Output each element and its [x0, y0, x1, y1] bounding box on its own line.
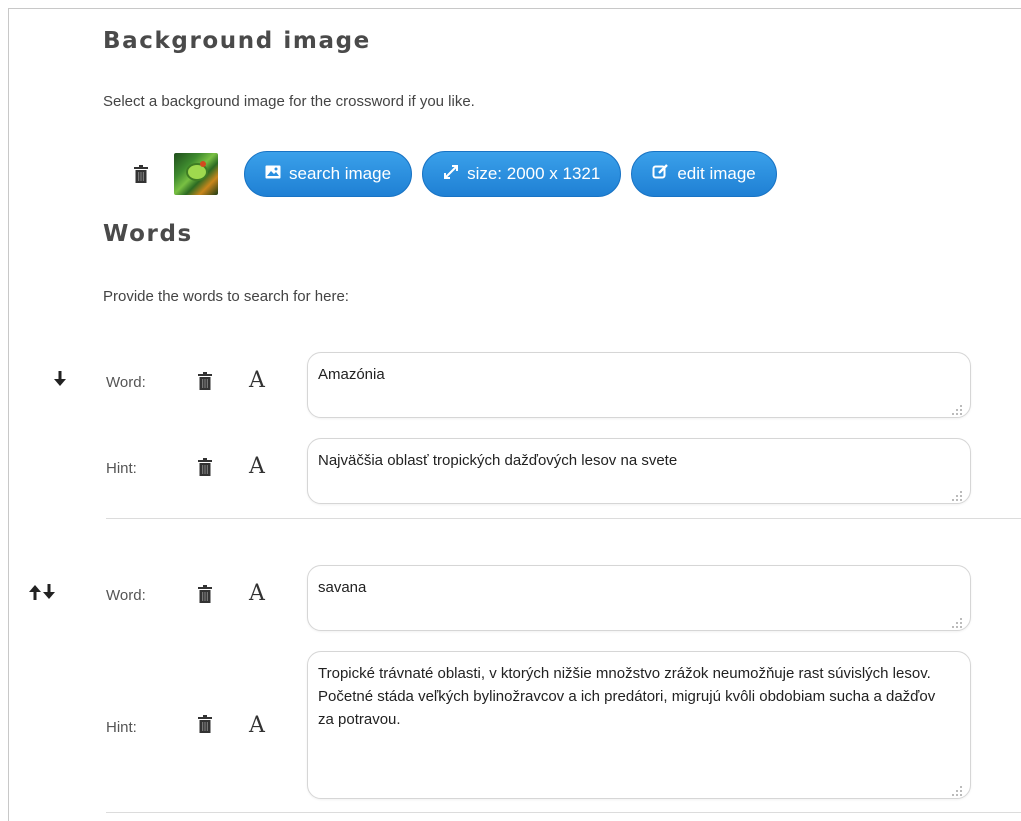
words-description: Provide the words to search for here: [103, 288, 349, 305]
edit-image-label: edit image [677, 164, 756, 183]
size-label: size: 2000 x 1321 [467, 164, 601, 183]
entry-divider [106, 518, 1021, 519]
trash-icon[interactable] [198, 585, 212, 608]
word-value: savana [318, 579, 367, 596]
hint-field[interactable]: Najväčšia oblasť tropických dažďových le… [307, 438, 971, 504]
hint-value: Tropické trávnaté oblasti, v ktorých niž… [318, 665, 936, 728]
resize-icon [443, 164, 459, 185]
hint-value: Najväčšia oblasť tropických dažďových le… [318, 452, 678, 469]
background-image-thumbnail[interactable] [174, 153, 218, 195]
trash-icon[interactable] [198, 372, 212, 395]
arrow-down-icon[interactable] [43, 583, 55, 605]
text-format-icon[interactable]: A [249, 713, 265, 738]
trash-icon[interactable] [198, 715, 212, 738]
hint-row: Hint: A Tropické trávnaté oblasti, v kto… [0, 651, 1021, 799]
trash-icon[interactable] [134, 165, 148, 183]
trash-icon[interactable] [198, 458, 212, 481]
resize-grip-icon[interactable] [952, 399, 962, 415]
words-section-title: Words [103, 221, 193, 247]
hint-label: Hint: [106, 719, 137, 736]
panel-border-top [8, 8, 1021, 9]
size-button[interactable]: size: 2000 x 1321 [422, 151, 622, 197]
arrow-down-icon[interactable] [54, 370, 66, 392]
arrow-up-icon[interactable] [29, 584, 41, 605]
hint-field[interactable]: Tropické trávnaté oblasti, v ktorých niž… [307, 651, 971, 799]
resize-grip-icon[interactable] [952, 612, 962, 628]
word-value: Amazónia [318, 366, 385, 383]
word-label: Word: [106, 374, 146, 391]
word-row: Word: A Amazónia [0, 352, 1021, 418]
resize-grip-icon[interactable] [952, 485, 962, 501]
text-format-icon[interactable]: A [249, 581, 265, 606]
background-description: Select a background image for the crossw… [103, 93, 475, 110]
search-image-label: search image [289, 164, 392, 183]
text-format-icon[interactable]: A [249, 368, 265, 393]
background-section-title: Background image [103, 28, 371, 54]
word-row: Word: A savana [0, 565, 1021, 631]
word-field[interactable]: Amazónia [307, 352, 971, 418]
hint-label: Hint: [106, 460, 137, 477]
word-field[interactable]: savana [307, 565, 971, 631]
entry-divider [106, 812, 1021, 813]
hint-row: Hint: A Najväčšia oblasť tropických dažď… [0, 438, 1021, 504]
background-image-toolbar: search image size: 2000 x 1321 edit imag… [134, 150, 777, 198]
search-image-button[interactable]: search image [244, 151, 413, 197]
resize-grip-icon[interactable] [952, 780, 962, 796]
picture-icon [265, 164, 281, 184]
text-format-icon[interactable]: A [249, 454, 265, 479]
word-label: Word: [106, 587, 146, 604]
edit-image-button[interactable]: edit image [631, 151, 777, 197]
edit-icon [652, 163, 669, 185]
